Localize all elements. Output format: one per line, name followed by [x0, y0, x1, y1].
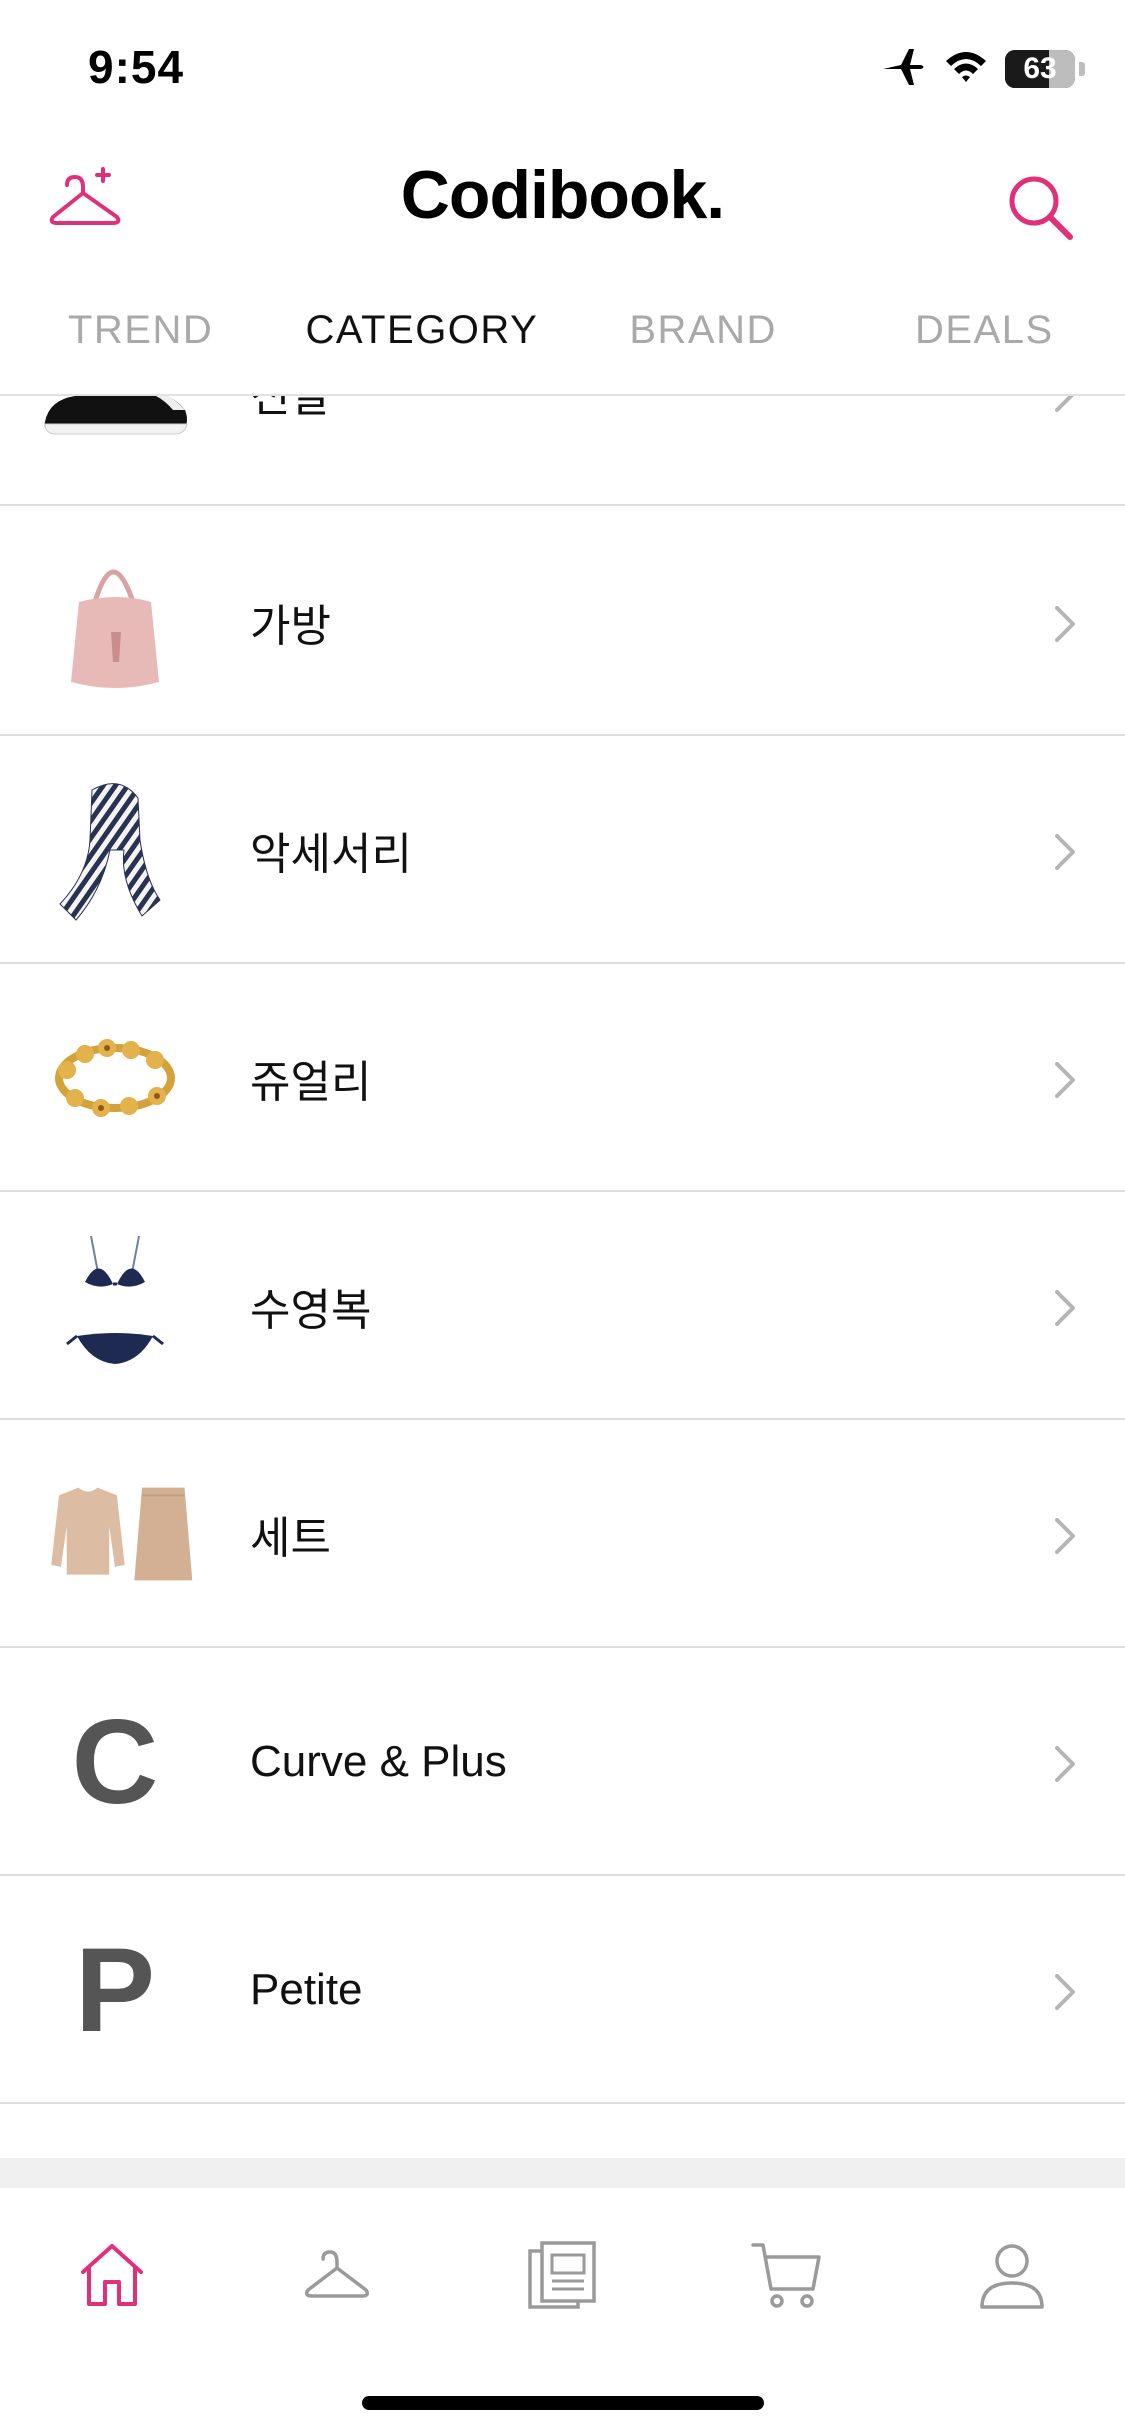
tab-trend[interactable]: TREND — [0, 300, 281, 390]
chevron-right-icon — [1055, 834, 1075, 870]
category-list: 신발 가방 악세서리 쥬얼리 수영복 세트 C Curve & Plus P P… — [0, 396, 1125, 2156]
tab-deals[interactable]: DEALS — [844, 300, 1125, 390]
chevron-right-icon — [1055, 1290, 1075, 1326]
category-label: 가방 — [250, 602, 331, 651]
category-label: Petite — [250, 1965, 363, 2014]
letter-p: P — [74, 1923, 156, 2057]
category-label: 악세서리 — [250, 830, 412, 879]
category-label: 신발 — [250, 396, 331, 421]
app-logo[interactable]: Codibook. — [0, 156, 1125, 234]
tab-brand[interactable]: BRAND — [563, 300, 844, 390]
battery-icon: 63 — [1005, 50, 1075, 88]
category-row-shoes[interactable]: 신발 — [0, 396, 1125, 506]
status-time: 9:54 — [88, 41, 185, 93]
letter-thumb-p: P — [30, 1910, 200, 2070]
battery-level: 63 — [1023, 52, 1057, 85]
search-icon — [1009, 176, 1073, 240]
category-row-petite[interactable]: P Petite — [0, 1876, 1125, 2104]
navy-bikini-image — [30, 1226, 200, 1386]
chevron-right-icon — [1055, 1974, 1075, 2010]
cart-icon — [751, 2243, 821, 2308]
category-row-accessories[interactable]: 악세서리 — [0, 736, 1125, 964]
chevron-right-icon — [1055, 396, 1074, 412]
home-indicator[interactable] — [362, 2396, 764, 2410]
category-label: 세트 — [250, 1514, 331, 1563]
category-row-bag[interactable]: 가방 — [0, 508, 1125, 736]
tab-category[interactable]: CATEGORY — [281, 300, 562, 390]
category-label: Curve & Plus — [250, 1737, 507, 1786]
nav-cart[interactable] — [732, 2230, 842, 2320]
nav-closet[interactable] — [282, 2230, 392, 2320]
app-header: Codibook. — [0, 140, 1125, 260]
category-row-jewelry[interactable]: 쥬얼리 — [0, 964, 1125, 1192]
nav-profile[interactable] — [957, 2230, 1067, 2320]
sneaker-image — [30, 396, 200, 472]
chevron-right-icon — [1055, 1062, 1075, 1098]
beige-set-image — [30, 1454, 200, 1614]
category-label: 쥬얼리 — [250, 1058, 372, 1107]
pink-bag-image — [30, 542, 200, 702]
gold-bracelet-image — [30, 998, 200, 1158]
battery-nub — [1079, 62, 1085, 76]
chevron-right-icon — [1055, 606, 1075, 642]
top-tabs: TREND CATEGORY BRAND DEALS — [0, 300, 1125, 390]
hanger-icon — [304, 2250, 370, 2298]
profile-icon — [980, 2244, 1044, 2309]
nav-lookbook[interactable] — [507, 2230, 617, 2320]
status-bar: 9:54 63 — [0, 0, 1125, 130]
category-row-set[interactable]: 세트 — [0, 1420, 1125, 1648]
letter-thumb-c: C — [30, 1682, 200, 1842]
nav-home[interactable] — [57, 2230, 167, 2320]
category-row-curve-plus[interactable]: C Curve & Plus — [0, 1648, 1125, 1876]
category-label: 수영복 — [250, 1286, 372, 1335]
category-row-swimwear[interactable]: 수영복 — [0, 1192, 1125, 1420]
wifi-icon — [943, 49, 989, 90]
search-button[interactable] — [995, 162, 1085, 252]
letter-c: C — [71, 1695, 159, 1829]
striped-scarf-image — [30, 770, 200, 930]
home-icon — [81, 2244, 143, 2306]
list-footer-gap — [0, 2158, 1125, 2188]
chevron-right-icon — [1055, 1518, 1075, 1554]
airplane-icon — [881, 47, 927, 92]
lookbook-icon — [528, 2241, 596, 2309]
chevron-right-icon — [1055, 1746, 1075, 1782]
status-icons: 63 — [881, 46, 1085, 92]
